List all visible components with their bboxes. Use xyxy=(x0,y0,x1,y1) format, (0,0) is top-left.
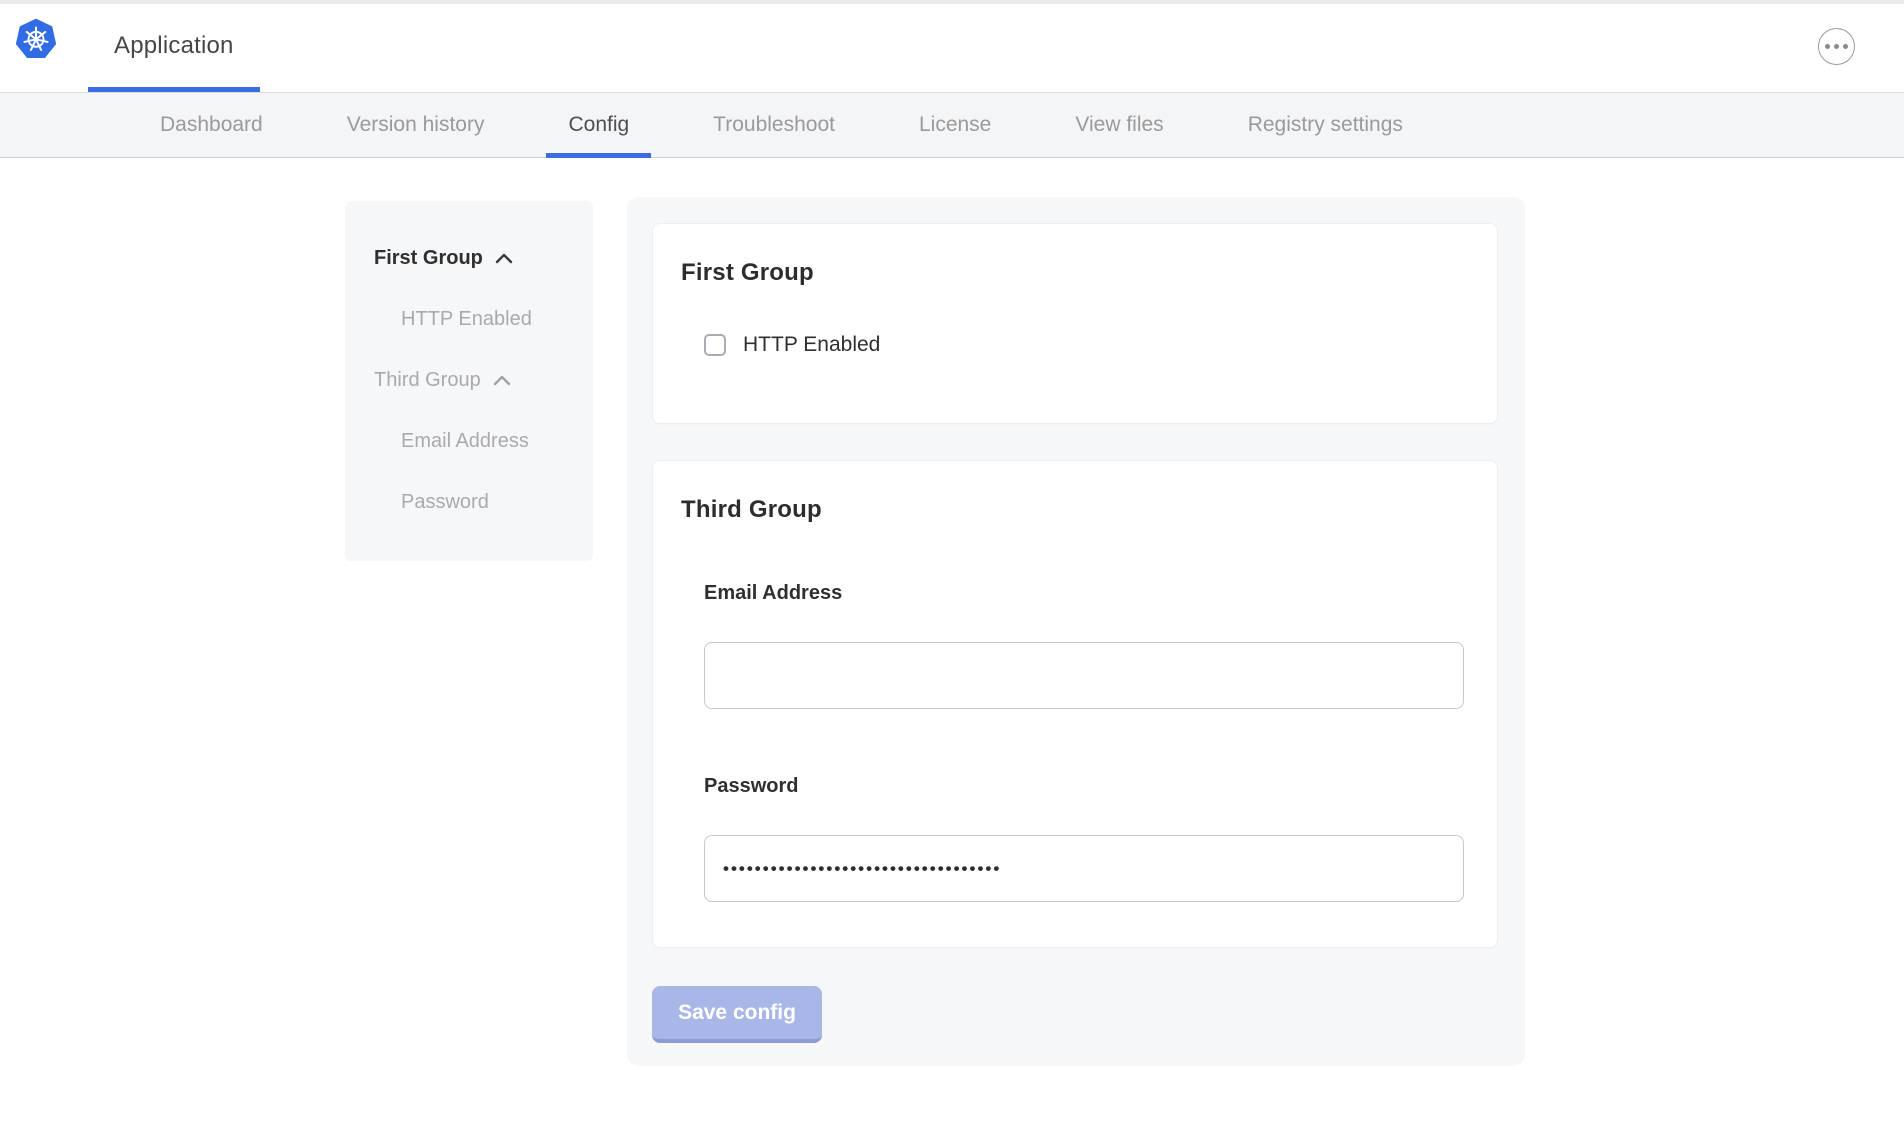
tab-troubleshoot[interactable]: Troubleshoot xyxy=(671,93,877,157)
kubernetes-logo[interactable] xyxy=(14,16,58,60)
config-sidebar: First Group HTTP Enabled Third Group Ema… xyxy=(345,201,593,561)
tab-config[interactable]: Config xyxy=(526,93,671,157)
sidebar-item-label: Third Group xyxy=(374,369,481,392)
email-address-input[interactable] xyxy=(704,642,1464,709)
kubernetes-logo-icon xyxy=(14,16,58,60)
tab-registry-settings[interactable]: Registry settings xyxy=(1206,93,1445,157)
sidebar-item-label: First Group xyxy=(374,247,483,270)
tab-version-history[interactable]: Version history xyxy=(305,93,527,157)
tab-license[interactable]: License xyxy=(877,93,1033,157)
sidebar-item-email-address[interactable]: Email Address xyxy=(345,411,593,472)
sidebar-item-first-group[interactable]: First Group xyxy=(345,228,593,289)
app-header: Application xyxy=(0,4,1904,92)
sidebar-item-http-enabled[interactable]: HTTP Enabled xyxy=(345,289,593,350)
application-tab[interactable]: Application xyxy=(88,4,260,92)
group-title: Third Group xyxy=(681,496,1497,524)
group-title: First Group xyxy=(681,259,1497,287)
http-enabled-row: HTTP Enabled xyxy=(704,333,1497,357)
http-enabled-label: HTTP Enabled xyxy=(743,333,880,357)
config-page: First Group HTTP Enabled Third Group Ema… xyxy=(0,158,1904,1122)
email-address-field-group: Email Address Password xyxy=(704,582,1497,902)
config-group-first: First Group HTTP Enabled xyxy=(652,223,1498,424)
tab-dashboard[interactable]: Dashboard xyxy=(118,93,305,157)
sidebar-item-label: HTTP Enabled xyxy=(401,308,532,331)
save-config-button[interactable]: Save config xyxy=(652,986,822,1043)
chevron-up-icon xyxy=(493,375,511,386)
sidebar-item-label: Email Address xyxy=(401,430,529,453)
ellipsis-icon xyxy=(1825,44,1830,49)
sidebar-item-password[interactable]: Password xyxy=(345,472,593,533)
application-tab-label: Application xyxy=(114,32,234,60)
sidebar-item-label: Password xyxy=(401,491,489,514)
sidebar-item-third-group[interactable]: Third Group xyxy=(345,350,593,411)
chevron-up-icon xyxy=(495,253,513,264)
email-address-label: Email Address xyxy=(704,582,1497,605)
config-group-third: Third Group Email Address Password xyxy=(652,460,1498,948)
config-main-panel: First Group HTTP Enabled Third Group Ema… xyxy=(627,197,1525,1066)
password-input[interactable] xyxy=(704,835,1464,902)
http-enabled-checkbox[interactable] xyxy=(704,334,726,356)
overflow-menu-button[interactable] xyxy=(1818,28,1855,65)
password-label: Password xyxy=(704,775,1497,798)
tab-view-files[interactable]: View files xyxy=(1033,93,1205,157)
app-subnav: Dashboard Version history Config Trouble… xyxy=(0,92,1904,158)
